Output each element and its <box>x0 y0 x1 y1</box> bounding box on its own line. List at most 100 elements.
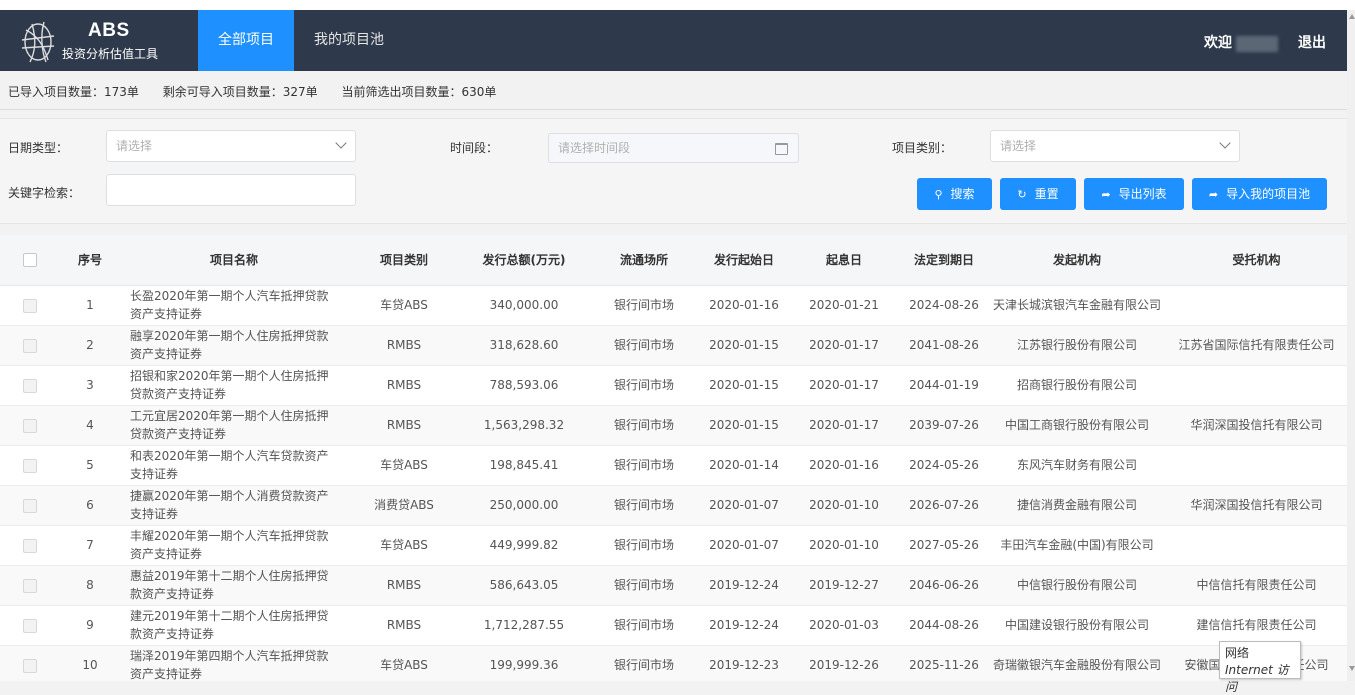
issue-start-date: 2019-12-24 <box>700 605 788 646</box>
issue-amount: 198,845.41 <box>460 445 588 486</box>
project-name[interactable]: 长盈2020年第一期个人汽车抵押贷款资产支持证券 <box>120 285 348 326</box>
search-button[interactable]: ⚲ 搜索 <box>917 178 992 210</box>
column-header[interactable]: 序号 <box>60 235 120 286</box>
select-all-checkbox[interactable] <box>23 253 37 267</box>
column-header[interactable]: 法定到期日 <box>900 235 988 286</box>
project-name[interactable]: 丰耀2020年第一期个人汽车抵押贷款资产支持证券 <box>120 525 348 566</box>
keyword-input[interactable] <box>106 174 356 206</box>
column-header[interactable]: 发起机构 <box>988 235 1166 286</box>
column-header[interactable]: 起息日 <box>788 235 900 286</box>
table-row[interactable]: 9 建元2019年第十二期个人住房抵押贷款资产支持证券 RMBS 1,712,287.… <box>0 605 1347 646</box>
network-tooltip: 网络 Internet 访问 <box>1219 641 1301 694</box>
import-pool-button[interactable]: ➦ 导入我的项目池 <box>1192 178 1327 210</box>
table-row[interactable]: 8 惠益2019年第十二期个人住房抵押贷款资产支持证券 RMBS 586,643.05… <box>0 565 1347 606</box>
trustee <box>1166 525 1347 566</box>
legal-maturity-date: 2025-11-26 <box>900 645 988 681</box>
column-header[interactable]: 发行总额(万元) <box>460 235 588 286</box>
share-arrow-icon: ➦ <box>1101 188 1111 201</box>
period-picker[interactable]: 请选择时间段 <box>548 133 799 163</box>
row-checkbox[interactable] <box>23 298 37 313</box>
table-row[interactable]: 6 捷赢2020年第一期个人消费贷款资产支持证券 消费贷ABS 250,000.00 银… <box>0 485 1347 526</box>
logout-link[interactable]: 退出 <box>1298 32 1326 52</box>
project-category: 车贷ABS <box>348 445 460 486</box>
brand-title: ABS <box>88 20 130 41</box>
trading-venue: 银行间市场 <box>588 285 700 326</box>
project-name[interactable]: 瑞泽2019年第四期个人汽车抵押贷款资产支持证券 <box>120 645 348 681</box>
row-checkbox[interactable] <box>23 618 37 633</box>
project-name[interactable]: 捷赢2020年第一期个人消费贷款资产支持证券 <box>120 485 348 526</box>
table-row[interactable]: 3 招银和家2020年第一期个人住房抵押贷款资产支持证券 RMBS 788,593.0… <box>0 365 1347 406</box>
originator: 东风汽车财务有限公司 <box>988 445 1166 486</box>
remaining-count: 剩余可导入项目数量：327单 <box>162 85 318 99</box>
app-header: ABS 投资分析估值工具 全部项目 我的项目池 欢迎 退出 <box>0 10 1355 71</box>
originator: 捷信消费金融有限公司 <box>988 485 1166 526</box>
row-checkbox[interactable] <box>23 578 37 593</box>
issue-amount: 586,643.05 <box>460 565 588 606</box>
project-name[interactable]: 惠益2019年第十二期个人住房抵押贷款资产支持证券 <box>120 565 348 606</box>
project-name[interactable]: 招银和家2020年第一期个人住房抵押贷款资产支持证券 <box>120 365 348 406</box>
column-header[interactable]: 受托机构 <box>1166 235 1347 286</box>
project-name[interactable]: 建元2019年第十二期个人住房抵押贷款资产支持证券 <box>120 605 348 646</box>
column-header[interactable]: 项目名称 <box>120 235 348 286</box>
issue-start-date: 2020-01-15 <box>700 325 788 366</box>
table-row[interactable]: 1 长盈2020年第一期个人汽车抵押贷款资产支持证券 车贷ABS 340,000.00… <box>0 285 1347 326</box>
issue-start-date: 2020-01-15 <box>700 405 788 446</box>
issue-amount: 449,999.82 <box>460 525 588 566</box>
trustee <box>1166 285 1347 326</box>
filtered-count: 当前筛选出项目数量：630单 <box>341 85 497 99</box>
tab-all-projects[interactable]: 全部项目 <box>198 10 294 71</box>
trustee: 中信信托有限责任公司 <box>1166 565 1347 606</box>
trading-venue: 银行间市场 <box>588 485 700 526</box>
originator: 中国工商银行股份有限公司 <box>988 405 1166 446</box>
project-table: 序号 项目名称 项目类别 发行总额(万元) 流通场所 发行起始日 起息日 法定到… <box>0 235 1347 681</box>
issue-amount: 1,712,287.55 <box>460 605 588 646</box>
project-name[interactable]: 工元宜居2020年第一期个人住房抵押贷款资产支持证券 <box>120 405 348 446</box>
row-checkbox[interactable] <box>23 418 37 433</box>
row-select-cell <box>0 565 60 606</box>
row-checkbox[interactable] <box>23 658 37 673</box>
scroll-down-arrow-icon[interactable] <box>1349 666 1355 671</box>
select-all-cell <box>0 235 60 286</box>
issue-amount: 340,000.00 <box>460 285 588 326</box>
chevron-down-icon <box>335 137 347 149</box>
row-checkbox[interactable] <box>23 458 37 473</box>
table-row[interactable]: 4 工元宜居2020年第一期个人住房抵押贷款资产支持证券 RMBS 1,563,298… <box>0 405 1347 446</box>
table-row[interactable]: 2 融享2020年第一期个人住房抵押贷款资产支持证券 RMBS 318,628.60 银… <box>0 325 1347 366</box>
date-type-placeholder: 请选择 <box>116 139 153 153</box>
table-header-row: 序号 项目名称 项目类别 发行总额(万元) 流通场所 发行起始日 起息日 法定到… <box>0 235 1347 286</box>
column-header[interactable]: 发行起始日 <box>700 235 788 286</box>
export-list-button[interactable]: ➦ 导出列表 <box>1084 178 1184 210</box>
issue-start-date: 2019-12-23 <box>700 645 788 681</box>
issue-amount: 318,628.60 <box>460 325 588 366</box>
tab-my-project-pool[interactable]: 我的项目池 <box>300 10 398 71</box>
project-name[interactable]: 和表2020年第一期个人汽车贷款资产支持证券 <box>120 445 348 486</box>
column-header[interactable]: 流通场所 <box>588 235 700 286</box>
table-row[interactable]: 7 丰耀2020年第一期个人汽车抵押贷款资产支持证券 车贷ABS 449,999.82… <box>0 525 1347 566</box>
date-type-select[interactable]: 请选择 <box>106 130 356 162</box>
value-date: 2020-01-17 <box>788 325 900 366</box>
category-select[interactable]: 请选择 <box>990 130 1240 162</box>
reset-button[interactable]: ↻ 重置 <box>1000 178 1076 210</box>
row-checkbox[interactable] <box>23 378 37 393</box>
trustee <box>1166 365 1347 406</box>
trading-venue: 银行间市场 <box>588 445 700 486</box>
project-category: RMBS <box>348 565 460 606</box>
row-checkbox[interactable] <box>23 498 37 513</box>
column-header[interactable]: 项目类别 <box>348 235 460 286</box>
project-category: 车贷ABS <box>348 525 460 566</box>
issue-start-date: 2019-12-24 <box>700 565 788 606</box>
row-checkbox[interactable] <box>23 538 37 553</box>
project-category: 车贷ABS <box>348 645 460 681</box>
category-placeholder: 请选择 <box>1000 139 1037 153</box>
project-category: RMBS <box>348 365 460 406</box>
vertical-scrollbar[interactable] <box>1347 10 1355 681</box>
trading-venue: 银行间市场 <box>588 325 700 366</box>
table-row[interactable]: 5 和表2020年第一期个人汽车贷款资产支持证券 车贷ABS 198,845.41 银行… <box>0 445 1347 486</box>
scroll-up-arrow-icon[interactable] <box>1349 14 1355 19</box>
row-index: 1 <box>60 285 120 326</box>
row-select-cell <box>0 285 60 326</box>
project-name[interactable]: 融享2020年第一期个人住房抵押贷款资产支持证券 <box>120 325 348 366</box>
table-row[interactable]: 10 瑞泽2019年第四期个人汽车抵押贷款资产支持证券 车贷ABS 199,999.3… <box>0 645 1347 681</box>
row-select-cell <box>0 485 60 526</box>
row-checkbox[interactable] <box>23 338 37 353</box>
